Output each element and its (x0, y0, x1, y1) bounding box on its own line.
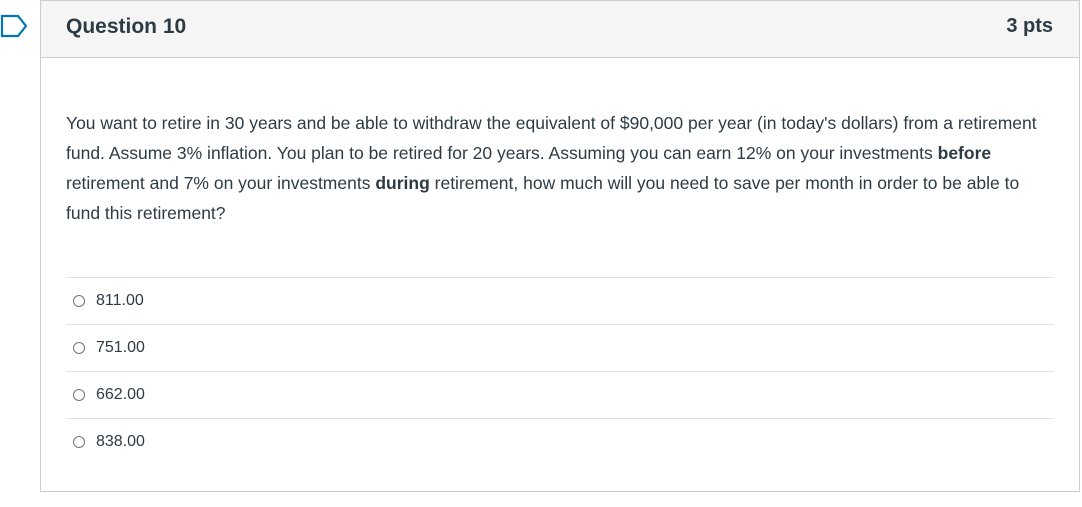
answer-label: 662.00 (96, 386, 145, 403)
question-header: Question 10 3 pts (41, 1, 1079, 58)
radio-button[interactable] (73, 389, 85, 401)
question-text-part: retirement and 7% on your investments (66, 173, 376, 193)
radio-button[interactable] (73, 342, 85, 354)
question-text-bold-during: during (375, 173, 430, 193)
flag-question-icon[interactable] (0, 14, 28, 38)
answer-option[interactable]: 838.00 (66, 418, 1054, 465)
answer-label: 838.00 (96, 433, 145, 450)
answer-label: 811.00 (96, 292, 144, 309)
radio-button[interactable] (73, 295, 85, 307)
question-text: You want to retire in 30 years and be ab… (66, 108, 1056, 228)
question-points: 3 pts (1006, 15, 1053, 37)
answer-option[interactable]: 751.00 (66, 324, 1054, 371)
answer-list: 811.00 751.00 662.00 838.00 (66, 277, 1054, 465)
question-text-bold-before: before (937, 143, 992, 163)
question-card: Question 10 3 pts You want to retire in … (40, 0, 1080, 492)
radio-button[interactable] (73, 436, 85, 448)
question-title: Question 10 (66, 15, 187, 38)
answer-option[interactable]: 811.00 (66, 277, 1054, 324)
question-text-part: You want to retire in 30 years and be ab… (66, 113, 1037, 163)
answer-option[interactable]: 662.00 (66, 371, 1054, 418)
answer-label: 751.00 (96, 339, 145, 356)
